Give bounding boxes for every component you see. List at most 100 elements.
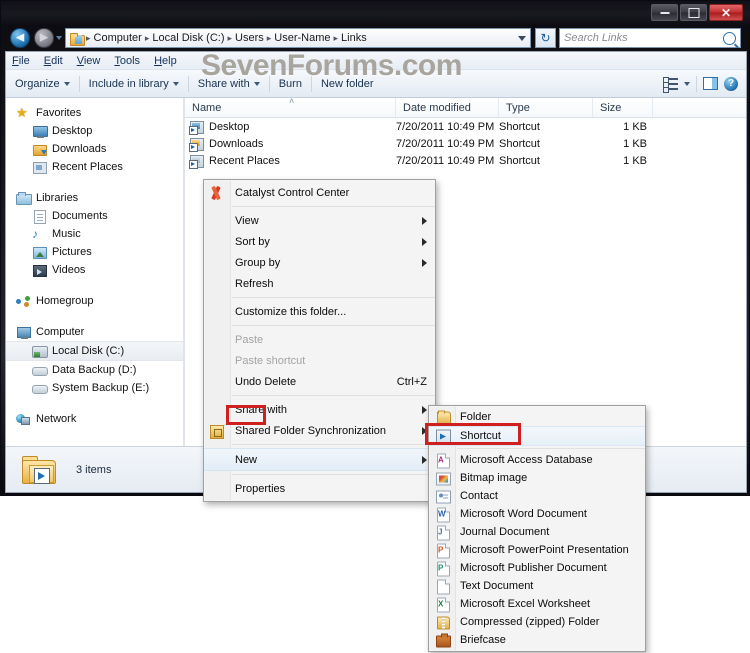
- address-bar-row: ◀ ▶ ▸ Computer ▸ Local Disk (C:) ▸ Users…: [1, 25, 750, 51]
- context-menu-item-share-with[interactable]: Share with: [204, 399, 435, 420]
- chevron-down-icon[interactable]: [684, 81, 690, 86]
- shortcut-icon: [435, 429, 451, 445]
- sidebar-item-data-backup-d[interactable]: Data Backup (D:): [6, 361, 183, 379]
- sidebar-item-homegroup[interactable]: Homegroup: [6, 292, 183, 310]
- sidebar-item-network[interactable]: Network: [6, 410, 183, 428]
- submenu-item-folder[interactable]: Folder: [429, 408, 645, 426]
- sidebar-item-desktop[interactable]: Desktop: [6, 122, 183, 140]
- column-header-date-modified[interactable]: Date modified: [396, 98, 499, 117]
- submenu-item-contact[interactable]: Contact: [429, 487, 645, 505]
- submenu-item-shortcut[interactable]: Shortcut: [429, 426, 645, 446]
- context-menu-item-sort-by[interactable]: Sort by: [204, 231, 435, 252]
- close-button[interactable]: ✕: [709, 4, 743, 21]
- context-menu-item-group-by[interactable]: Group by: [204, 252, 435, 273]
- sidebar-label: Desktop: [52, 125, 93, 137]
- breadcrumb-local-disk[interactable]: Local Disk (C:): [150, 32, 226, 44]
- search-box[interactable]: Search Links: [559, 28, 741, 48]
- videos-icon: [32, 263, 47, 277]
- context-menu-item-properties[interactable]: Properties: [204, 478, 435, 499]
- submenu-item-microsoft-access-database[interactable]: A Microsoft Access Database: [429, 451, 645, 469]
- breadcrumb-links[interactable]: Links: [339, 32, 369, 44]
- forward-button[interactable]: ▶: [34, 28, 54, 48]
- submenu-item-bitmap-image[interactable]: Bitmap image: [429, 469, 645, 487]
- sidebar-item-pictures[interactable]: Pictures: [6, 243, 183, 261]
- context-menu-item-shared-folder-synchronization[interactable]: Shared Folder Synchronization: [204, 420, 435, 441]
- menu-help[interactable]: Help: [154, 55, 177, 67]
- column-header-size[interactable]: Size: [593, 98, 653, 117]
- search-input[interactable]: Search Links: [564, 32, 723, 44]
- sidebar-item-system-backup-e[interactable]: System Backup (E:): [6, 379, 183, 397]
- submenu-label: Microsoft Excel Worksheet: [460, 598, 591, 610]
- submenu-item-microsoft-publisher-document[interactable]: P Microsoft Publisher Document: [429, 559, 645, 577]
- menu-file[interactable]: File: [12, 55, 30, 67]
- organize-button[interactable]: Organize: [6, 78, 79, 90]
- help-icon[interactable]: ?: [724, 76, 738, 91]
- recent-locations-icon[interactable]: [56, 36, 62, 40]
- sidebar-label: Documents: [52, 210, 108, 222]
- context-menu-item-customize-this-folder[interactable]: Customize this folder...: [204, 301, 435, 322]
- sidebar-item-documents[interactable]: Documents: [6, 207, 183, 225]
- change-view-icon[interactable]: [663, 77, 678, 93]
- screenshot-root: ✕ ◀ ▶ ▸ Computer ▸ Local Disk (C:) ▸ Use…: [0, 0, 750, 653]
- minimize-button[interactable]: [651, 4, 678, 21]
- new-submenu: Folder Shortcut A Microsoft Access Datab…: [428, 405, 646, 652]
- catalyst-icon: [209, 185, 225, 201]
- menu-tools[interactable]: Tools: [114, 55, 140, 67]
- chevron-down-icon[interactable]: [518, 35, 526, 41]
- table-row[interactable]: Desktop 7/20/2011 10:49 PM Shortcut 1 KB: [185, 118, 746, 135]
- submenu-item-journal-document[interactable]: J Journal Document: [429, 523, 645, 541]
- sidebar-item-local-disk-c[interactable]: Local Disk (C:): [6, 341, 183, 361]
- context-menu-item-catalyst-control-center[interactable]: Catalyst Control Center: [204, 182, 435, 203]
- back-button[interactable]: ◀: [10, 28, 30, 48]
- context-menu-label: Paste: [235, 333, 264, 346]
- cell-date-modified: 7/20/2011 10:49 PM: [396, 137, 495, 150]
- submenu-item-microsoft-powerpoint-presentation[interactable]: P Microsoft PowerPoint Presentation: [429, 541, 645, 559]
- sidebar-item-computer[interactable]: Computer: [6, 323, 183, 341]
- sort-ascending-icon: ˄: [289, 96, 295, 106]
- column-header-filler: [653, 98, 746, 117]
- menu-view[interactable]: View: [77, 55, 101, 67]
- context-menu-separator: [232, 325, 435, 326]
- submenu-item-briefcase[interactable]: Briefcase: [429, 631, 645, 649]
- cell-name: Downloads: [185, 137, 396, 152]
- forward-arrow-icon: ▶: [39, 31, 49, 44]
- shortcut-downloads-icon: [189, 137, 204, 152]
- submenu-item-microsoft-excel-worksheet[interactable]: X Microsoft Excel Worksheet: [429, 595, 645, 613]
- context-menu-item-refresh[interactable]: Refresh: [204, 273, 435, 294]
- table-row[interactable]: Recent Places 7/20/2011 10:49 PM Shortcu…: [185, 152, 746, 169]
- column-header-type[interactable]: Type: [499, 98, 593, 117]
- menu-edit[interactable]: Edit: [44, 55, 63, 67]
- sidebar-item-videos[interactable]: Videos: [6, 261, 183, 279]
- sidebar-item-downloads[interactable]: Downloads: [6, 140, 183, 158]
- sidebar-item-recent-places[interactable]: Recent Places: [6, 158, 183, 176]
- breadcrumb-computer[interactable]: Computer: [92, 32, 144, 44]
- submenu-item-microsoft-word-document[interactable]: W Microsoft Word Document: [429, 505, 645, 523]
- close-icon: ✕: [720, 5, 732, 20]
- column-headers: Name ˄ Date modified Type Size: [185, 96, 746, 118]
- sidebar-label: Music: [52, 228, 81, 240]
- access-icon: A: [435, 453, 450, 469]
- sidebar-item-favorites[interactable]: ★ Favorites: [6, 104, 183, 122]
- chevron-down-icon: [172, 81, 179, 86]
- submenu-item-compressed-zipped-folder[interactable]: Compressed (zipped) Folder: [429, 613, 645, 631]
- sidebar-label: Libraries: [36, 192, 79, 204]
- column-label: Date modified: [403, 101, 471, 114]
- breadcrumb-address-bar[interactable]: ▸ Computer ▸ Local Disk (C:) ▸ Users ▸ U…: [65, 28, 531, 48]
- sidebar-item-music[interactable]: ♪ Music: [6, 225, 183, 243]
- nav-group-computer: Computer Local Disk (C:) Data Backup (D:…: [6, 323, 183, 397]
- preview-pane-icon[interactable]: [703, 77, 718, 90]
- refresh-button[interactable]: ↻: [535, 28, 556, 48]
- sidebar-item-libraries[interactable]: Libraries: [6, 189, 183, 207]
- include-in-library-button[interactable]: Include in library: [80, 78, 188, 90]
- table-row[interactable]: Downloads 7/20/2011 10:49 PM Shortcut 1 …: [185, 135, 746, 152]
- column-header-name[interactable]: Name ˄: [185, 96, 396, 117]
- cell-size: 1 KB: [623, 120, 647, 133]
- breadcrumb-users[interactable]: Users: [233, 32, 266, 44]
- sidebar-label: Network: [36, 413, 77, 425]
- submenu-item-text-document[interactable]: Text Document: [429, 577, 645, 595]
- context-menu-item-undo-delete[interactable]: Undo Delete Ctrl+Z: [204, 371, 435, 392]
- context-menu-item-new[interactable]: New: [204, 448, 435, 471]
- breadcrumb-user-name[interactable]: User-Name: [272, 32, 332, 44]
- context-menu-item-view[interactable]: View: [204, 210, 435, 231]
- maximize-button[interactable]: [680, 4, 707, 21]
